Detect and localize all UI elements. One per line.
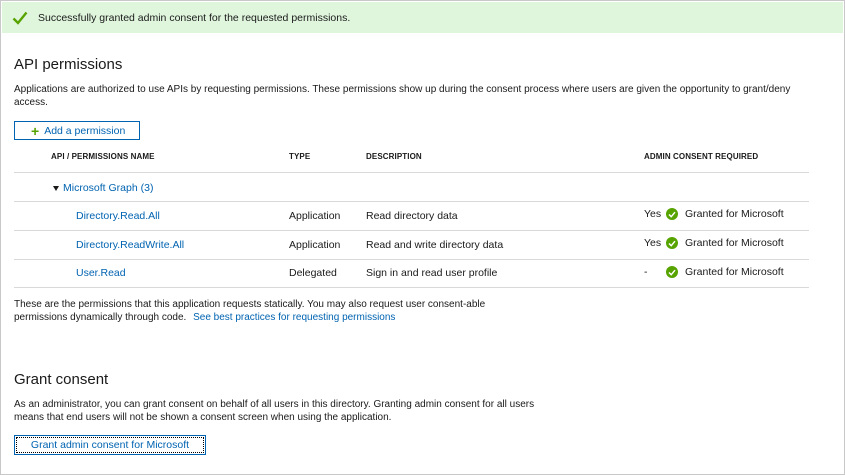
consent-status: Granted for Microsoft (666, 208, 784, 220)
add-permission-label: Add a permission (44, 124, 126, 137)
table-divider (14, 172, 809, 173)
admin-consent-required: Yes (644, 208, 662, 220)
check-circle-icon (666, 237, 678, 249)
grant-admin-consent-button[interactable]: Grant admin consent for Microsoft (14, 435, 206, 455)
grant-consent-heading: Grant consent (14, 371, 109, 388)
caret-down-icon (53, 185, 59, 191)
success-message: Successfully granted admin consent for t… (38, 11, 351, 24)
add-permission-button[interactable]: + Add a permission (14, 121, 140, 140)
group-label: Microsoft Graph (3) (63, 182, 154, 194)
check-circle-icon (666, 208, 678, 220)
success-banner: Successfully granted admin consent for t… (2, 2, 843, 33)
api-permissions-heading: API permissions (14, 56, 123, 73)
permission-type: Application (289, 210, 341, 222)
best-practices-link[interactable]: See best practices for requesting permis… (193, 312, 395, 323)
admin-consent-required: Yes (644, 237, 662, 249)
permission-type: Delegated (289, 267, 337, 279)
plus-icon: + (31, 122, 40, 139)
permission-name-link[interactable]: Directory.ReadWrite.All (76, 239, 184, 251)
permission-type: Application (289, 239, 341, 251)
column-header-description: DESCRIPTION (366, 152, 422, 161)
api-permissions-description: Applications are authorized to use APIs … (14, 84, 791, 108)
grant-consent-description: As an administrator, you can grant conse… (14, 399, 535, 423)
group-microsoft-graph[interactable]: Microsoft Graph (3) (53, 182, 153, 194)
column-header-type: TYPE (289, 152, 311, 161)
static-permissions-note: These are the permissions that this appl… (14, 298, 534, 324)
consent-status-label: Granted for Microsoft (685, 266, 784, 278)
table-divider (14, 201, 809, 202)
table-divider (14, 287, 809, 288)
permission-description: Read and write directory data (366, 239, 504, 251)
column-header-name: API / PERMISSIONS NAME (51, 152, 155, 161)
consent-status-label: Granted for Microsoft (685, 237, 784, 249)
permission-description: Sign in and read user profile (366, 267, 498, 279)
consent-status: Granted for Microsoft (666, 237, 784, 249)
table-divider (14, 230, 809, 231)
permission-name-link[interactable]: Directory.Read.All (76, 210, 160, 222)
permission-description: Read directory data (366, 210, 458, 222)
column-header-admin-consent: ADMIN CONSENT REQUIRED (644, 152, 759, 161)
consent-status: Granted for Microsoft (666, 266, 784, 278)
consent-status-label: Granted for Microsoft (685, 208, 784, 220)
admin-consent-required: - (644, 266, 648, 278)
table-divider (14, 259, 809, 260)
check-circle-icon (666, 266, 678, 278)
checkmark-icon (2, 2, 38, 33)
permission-name-link[interactable]: User.Read (76, 267, 126, 279)
